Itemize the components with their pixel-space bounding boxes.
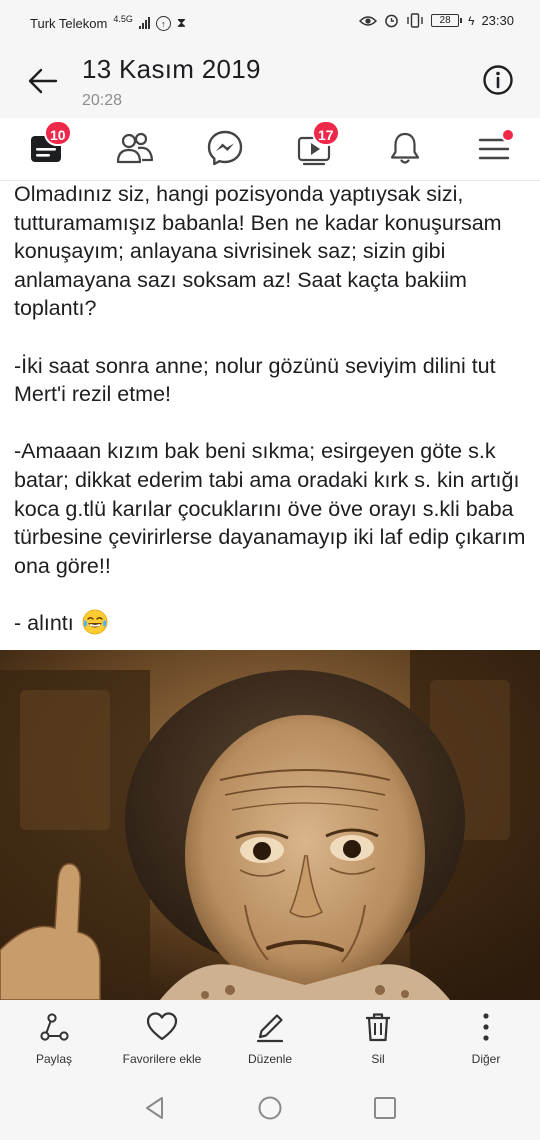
- post-photo[interactable]: [0, 650, 540, 1000]
- signal-icon: [138, 17, 150, 29]
- edit-label: Düzenle: [247, 1052, 293, 1066]
- post-source-line: - alıntı: [14, 609, 526, 638]
- battery-level: 28: [439, 15, 451, 26]
- edit-button[interactable]: Düzenle: [216, 1010, 324, 1066]
- back-arrow-icon[interactable]: [26, 64, 60, 98]
- trash-icon: [366, 1013, 390, 1042]
- nav-watch[interactable]: 17: [296, 120, 340, 168]
- more-button[interactable]: Diğer: [432, 1010, 540, 1066]
- friends-icon: [116, 132, 154, 164]
- share-icon: [40, 1013, 69, 1041]
- status-left: Turk Telekom 4.5G ↑ ⧗: [30, 13, 186, 31]
- messenger-icon: [207, 130, 243, 166]
- share-label: Paylaş: [35, 1052, 73, 1066]
- nav-notifications[interactable]: [385, 128, 425, 168]
- vibrate-icon: [407, 13, 423, 28]
- nav-friends[interactable]: [115, 128, 155, 168]
- post-paragraph: -Amaaan kızım bak beni sıkma; esirgeyen …: [14, 439, 526, 578]
- menu-notification-dot: [501, 128, 515, 142]
- data-saver-icon: ↑: [155, 15, 171, 31]
- clock: 23:30: [481, 13, 514, 28]
- photo-action-bar: Paylaş Favorilere ekle Düzenle Sil Diğer: [0, 1000, 540, 1076]
- system-recents-icon[interactable]: [372, 1095, 398, 1121]
- bell-icon: [390, 132, 420, 164]
- photo-time: 20:28: [82, 92, 123, 109]
- pencil-icon: [256, 1014, 284, 1043]
- delete-label: Sil: [371, 1052, 385, 1066]
- post-paragraph: -İki saat sonra anne; nolur gözünü seviy…: [14, 353, 496, 407]
- heart-icon: [146, 1012, 178, 1041]
- nav-messenger[interactable]: [205, 128, 245, 168]
- watch-notification-badge: 17: [312, 120, 340, 146]
- battery-icon: 28: [431, 14, 463, 27]
- page-title: 13 Kasım 2019: [82, 54, 261, 84]
- more-vertical-icon: [483, 1013, 489, 1041]
- favorite-button[interactable]: Favorilere ekle: [108, 1010, 216, 1066]
- post-paragraph: Olmadınız siz, hangi pozisyonda yaptıysa…: [14, 182, 502, 321]
- system-navigation-bar: [0, 1076, 540, 1140]
- nav-menu[interactable]: [475, 128, 515, 168]
- hourglass-icon: ⧗: [176, 15, 186, 30]
- post-source: - alıntı: [14, 610, 74, 635]
- network-type: 4.5G: [113, 13, 133, 24]
- carrier-name: Turk Telekom: [30, 15, 108, 31]
- screen: Turk Telekom 4.5G ↑ ⧗ 28 ϟ 23:30 13 Kası…: [0, 0, 540, 1140]
- system-back-icon[interactable]: [142, 1095, 168, 1121]
- eye-comfort-icon: [359, 15, 378, 26]
- delete-button[interactable]: Sil: [324, 1010, 432, 1066]
- favorite-label: Favorilere ekle: [122, 1052, 202, 1066]
- more-label: Diğer: [471, 1052, 501, 1066]
- gallery-header: 13 Kasım 2019 20:28: [0, 44, 540, 118]
- info-icon[interactable]: [482, 64, 514, 96]
- facebook-nav-bar: 10 17: [0, 118, 540, 181]
- alarm-icon: [385, 14, 398, 28]
- share-button[interactable]: Paylaş: [0, 1010, 108, 1066]
- sepia-portrait-image: [0, 650, 540, 1000]
- nav-home[interactable]: 10: [28, 120, 72, 168]
- status-bar: Turk Telekom 4.5G ↑ ⧗ 28 ϟ 23:30: [0, 0, 540, 44]
- post-text: Olmadınız siz, hangi pozisyonda yaptıysa…: [14, 180, 526, 638]
- charging-icon: ϟ: [468, 13, 475, 28]
- status-right: 28 ϟ 23:30: [359, 13, 514, 28]
- system-home-icon[interactable]: [257, 1095, 283, 1121]
- tears-of-joy-emoji: [82, 609, 108, 635]
- home-notification-badge: 10: [44, 120, 72, 146]
